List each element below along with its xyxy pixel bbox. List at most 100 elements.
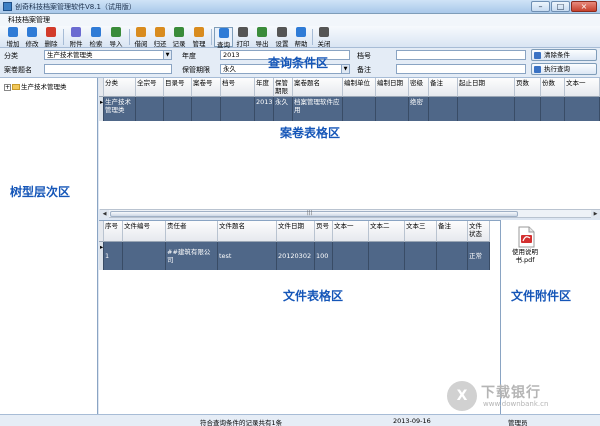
vol-col-header[interactable]: 编制单位 <box>343 78 376 97</box>
vol-cell[interactable]: 永久 <box>274 97 293 121</box>
toolbar-record-button[interactable]: 记录 <box>170 27 188 48</box>
toolbar-close-button[interactable]: 关闭 <box>315 27 333 48</box>
vol-cell[interactable] <box>565 97 600 121</box>
vol-col-header[interactable]: 文本一 <box>565 78 600 97</box>
vol-cell[interactable] <box>376 97 409 121</box>
category-select[interactable]: 生产技术管理类 ▼ <box>44 50 172 60</box>
file-cell[interactable]: test <box>218 242 277 270</box>
volume-title-label: 案卷题名 <box>4 66 32 74</box>
file-cell[interactable] <box>369 242 405 270</box>
scroll-thumb[interactable]: ||| <box>110 210 518 217</box>
vol-cell[interactable] <box>192 97 221 121</box>
toolbar-import-button[interactable]: 导入 <box>107 27 125 48</box>
vol-cell[interactable]: 档案管理软件应用 <box>293 97 343 121</box>
volume-title-input[interactable] <box>44 64 172 74</box>
vol-cell[interactable]: 2013 <box>255 97 274 121</box>
vol-cell[interactable] <box>515 97 541 121</box>
watermark-url: www.downbank.cn <box>483 400 549 408</box>
remark-input[interactable] <box>396 64 526 74</box>
toolbar-query-button[interactable]: 查询 <box>214 27 233 49</box>
vol-col-header[interactable]: 案卷题名 <box>293 78 343 97</box>
vol-cell[interactable] <box>164 97 192 121</box>
folder-icon <box>12 84 20 90</box>
vol-col-header[interactable]: 案卷号 <box>192 78 221 97</box>
vol-col-header[interactable]: 档号 <box>221 78 255 97</box>
clear-conditions-button[interactable]: 清除条件 <box>531 49 597 61</box>
overlay-attachment-area: 文件附件区 <box>511 289 572 303</box>
help-icon <box>296 27 306 37</box>
toolbar-print-button[interactable]: 打印 <box>234 27 252 48</box>
vol-cell[interactable] <box>343 97 376 121</box>
file-col-header[interactable]: 文件日期 <box>277 221 315 242</box>
delete-icon <box>46 27 56 37</box>
scroll-right-icon[interactable]: ▶ <box>591 210 600 218</box>
file-col-header[interactable]: 页号 <box>315 221 333 242</box>
vol-cell[interactable] <box>221 97 255 121</box>
file-col-header[interactable]: 文件编号 <box>123 221 166 242</box>
close-button[interactable]: × <box>571 1 597 12</box>
file-no-input[interactable] <box>396 50 526 60</box>
vol-cell[interactable] <box>458 97 515 121</box>
toolbar-return-button[interactable]: 归还 <box>151 27 169 48</box>
toolbar-attachment-button[interactable]: 附件 <box>67 27 85 48</box>
file-cell[interactable] <box>437 242 468 270</box>
file-col-header[interactable]: 文本二 <box>369 221 405 242</box>
watermark-text: 下载银行 <box>481 385 541 401</box>
vol-col-header[interactable]: 年度 <box>255 78 274 97</box>
execute-query-button[interactable]: 执行查询 <box>531 63 597 75</box>
vol-cell[interactable] <box>429 97 458 121</box>
maximize-button[interactable]: □ <box>551 1 570 12</box>
file-col-header[interactable]: 文件状态 <box>468 221 490 242</box>
toolbar-settings-button[interactable]: 设置 <box>273 27 291 48</box>
add-icon <box>8 27 18 37</box>
toolbar-edit-button[interactable]: 修改 <box>23 27 41 48</box>
tree-expand-icon[interactable]: + <box>4 83 11 91</box>
file-col-header[interactable]: 文件题名 <box>218 221 277 242</box>
vol-col-header[interactable]: 分类 <box>104 78 136 97</box>
file-col-header[interactable]: 文本三 <box>405 221 437 242</box>
file-cell[interactable]: 100 <box>315 242 333 270</box>
toolbar-delete-button[interactable]: 删除 <box>42 27 60 48</box>
tree-node-production-tech[interactable]: + 生产技术管理类 <box>4 81 67 91</box>
vol-cell[interactable] <box>136 97 164 121</box>
menu-archive-management[interactable]: 科技档案管理 <box>6 15 52 25</box>
file-cell[interactable]: 正常 <box>468 242 490 270</box>
overlay-volume-grid: 案卷表格区 <box>280 126 341 140</box>
file-col-header[interactable]: 文本一 <box>333 221 369 242</box>
file-cell[interactable] <box>405 242 437 270</box>
volume-grid-scrollbar[interactable]: ◀ ||| ▶ <box>100 209 600 218</box>
toolbar-help-button[interactable]: 帮助 <box>292 27 310 48</box>
toolbar-export-button[interactable]: 导出 <box>253 27 271 48</box>
file-cell[interactable] <box>123 242 166 270</box>
vol-col-header[interactable]: 目录号 <box>164 78 192 97</box>
file-cell[interactable] <box>333 242 369 270</box>
vol-cell[interactable]: 生产技术管理类 <box>104 97 136 121</box>
file-cell[interactable]: ##建筑有限公司 <box>166 242 218 270</box>
attachment-file-name[interactable]: 使用说明书.pdf <box>505 248 545 264</box>
edit-icon <box>27 27 37 37</box>
vol-col-header[interactable]: 份数 <box>541 78 565 97</box>
scroll-left-icon[interactable]: ◀ <box>100 210 109 218</box>
toolbar-add-button[interactable]: 增加 <box>4 27 22 48</box>
vol-cell[interactable]: 绝密 <box>409 97 429 121</box>
toolbar-manage-button[interactable]: 管理 <box>190 27 208 48</box>
vol-col-header[interactable]: 备注 <box>429 78 458 97</box>
file-cell[interactable]: 20120302 <box>277 242 315 270</box>
file-cell[interactable]: 1 <box>104 242 123 270</box>
file-col-header[interactable]: 序号 <box>104 221 123 242</box>
toolbar-search-button[interactable]: 检索 <box>87 27 105 48</box>
minimize-button[interactable]: – <box>531 1 550 12</box>
file-col-header[interactable]: 备注 <box>437 221 468 242</box>
file-col-header[interactable]: 责任者 <box>166 221 218 242</box>
vol-col-header[interactable]: 全宗号 <box>136 78 164 97</box>
vol-col-header[interactable]: 保管期限 <box>274 78 293 97</box>
vol-col-header[interactable]: 编制日期 <box>376 78 409 97</box>
pdf-file-icon[interactable] <box>515 226 537 248</box>
vol-cell[interactable] <box>541 97 565 121</box>
toolbar-borrow-button[interactable]: 借阅 <box>132 27 150 48</box>
vol-col-header[interactable]: 密级 <box>409 78 429 97</box>
vol-col-header[interactable]: 页数 <box>515 78 541 97</box>
import-icon <box>111 27 121 37</box>
vol-col-header[interactable]: 起止日期 <box>458 78 515 97</box>
borrow-icon <box>136 27 146 37</box>
